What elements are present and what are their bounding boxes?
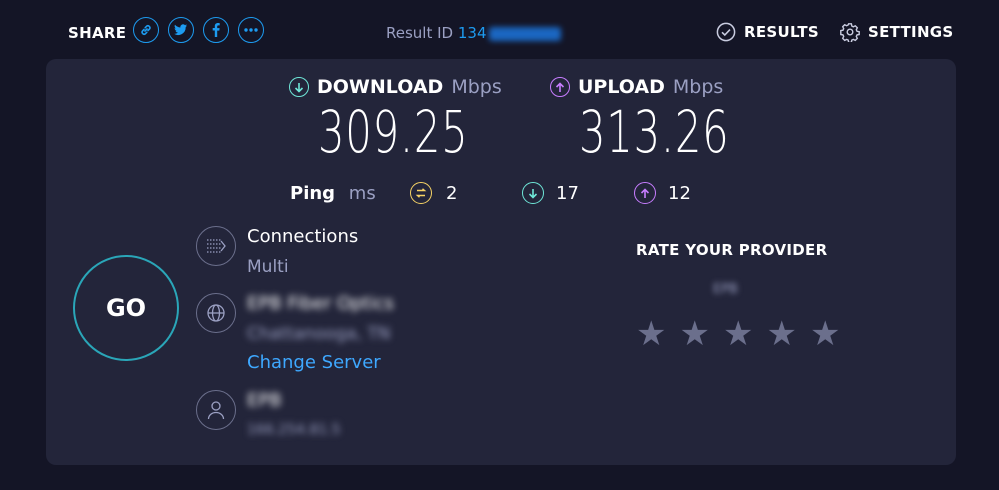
ping-download-icon xyxy=(522,182,544,204)
connections-icon xyxy=(196,226,236,266)
upload-value: 313.26 xyxy=(579,98,730,166)
ping-unit: ms xyxy=(348,183,376,204)
star-icon[interactable]: ★ xyxy=(810,317,840,351)
results-button[interactable]: RESULTS xyxy=(716,22,819,42)
provider-ip: 166.254.81.5 xyxy=(247,422,341,438)
download-unit: Mbps xyxy=(451,76,502,98)
result-panel xyxy=(46,59,956,465)
upload-unit: Mbps xyxy=(672,76,724,98)
gear-icon xyxy=(840,23,860,42)
ping-idle-icon xyxy=(410,182,432,204)
result-id: Result ID 134 xyxy=(386,24,561,42)
settings-button[interactable]: SETTINGS xyxy=(840,22,954,42)
rate-provider-title: RATE YOUR PROVIDER xyxy=(636,241,828,259)
provider-name: EPB xyxy=(247,390,282,411)
ping-download: 17 xyxy=(522,182,579,204)
upload-label: UPLOAD xyxy=(578,76,665,98)
ping-download-value: 17 xyxy=(556,182,579,204)
ping-idle-value: 2 xyxy=(446,182,458,204)
upload-arrow-icon xyxy=(550,77,570,97)
go-button[interactable]: GO xyxy=(73,255,179,361)
server-name: EPB Fiber Optics xyxy=(247,293,394,314)
globe-icon xyxy=(196,293,236,333)
check-circle-icon xyxy=(716,22,736,42)
link-icon[interactable] xyxy=(133,17,159,43)
connections-value[interactable]: Multi xyxy=(247,257,289,277)
download-value: 309.25 xyxy=(318,98,469,166)
results-label: RESULTS xyxy=(744,23,819,41)
ping-header: Ping ms xyxy=(290,183,376,204)
result-id-value[interactable]: 134 xyxy=(458,24,487,42)
ping-upload-icon xyxy=(634,182,656,204)
result-id-redacted xyxy=(488,26,561,41)
server-location: Chattanooga, TN xyxy=(247,324,391,344)
facebook-icon[interactable] xyxy=(203,17,229,43)
download-label: DOWNLOAD xyxy=(317,76,444,98)
download-arrow-icon xyxy=(289,77,309,97)
ping-label: Ping xyxy=(290,183,336,204)
more-icon[interactable] xyxy=(238,17,264,43)
ping-upload: 12 xyxy=(634,182,691,204)
star-icon[interactable]: ★ xyxy=(766,317,796,351)
star-icon[interactable]: ★ xyxy=(679,317,709,351)
ping-idle: 2 xyxy=(410,182,457,204)
change-server-link[interactable]: Change Server xyxy=(247,352,381,373)
upload-header: UPLOAD Mbps xyxy=(550,76,723,98)
result-id-label: Result ID xyxy=(386,24,454,42)
rate-provider-name: EPB xyxy=(713,282,738,297)
connections-title: Connections xyxy=(247,226,359,247)
ping-upload-value: 12 xyxy=(668,182,691,204)
user-icon xyxy=(196,390,236,430)
settings-label: SETTINGS xyxy=(868,23,954,41)
star-icon[interactable]: ★ xyxy=(723,317,753,351)
download-header: DOWNLOAD Mbps xyxy=(289,76,502,98)
share-label: SHARE xyxy=(68,24,127,42)
twitter-icon[interactable] xyxy=(168,17,194,43)
rating-stars: ★ ★ ★ ★ ★ xyxy=(636,317,840,351)
star-icon[interactable]: ★ xyxy=(636,317,666,351)
